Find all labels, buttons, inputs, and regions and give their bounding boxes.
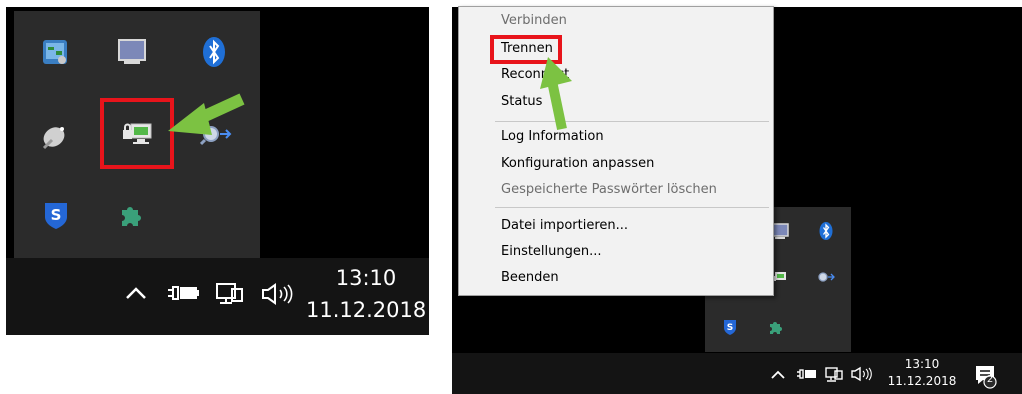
left-screenshot: S 13:10 11.12.2018 xyxy=(6,7,429,335)
svg-text:S: S xyxy=(51,206,62,224)
notification-count-badge: 2 xyxy=(986,374,994,385)
menu-item-settings[interactable]: Einstellungen... xyxy=(501,244,602,259)
bluetooth-icon[interactable] xyxy=(200,35,228,69)
bluetooth-icon-small[interactable] xyxy=(818,221,834,241)
puzzle-icon-small[interactable] xyxy=(767,318,785,336)
volume-icon[interactable] xyxy=(260,282,296,306)
green-arrow-pointer-icon xyxy=(168,93,245,135)
clock-time: 13:10 xyxy=(904,357,940,371)
taskbar-clock[interactable]: 13:10 11.12.2018 xyxy=(882,356,962,390)
sophos-shield-icon[interactable]: S xyxy=(42,200,70,230)
menu-item-clear-passwords[interactable]: Gespeicherte Passwörter löschen xyxy=(501,182,717,197)
menu-item-edit-config[interactable]: Konfiguration anpassen xyxy=(501,156,654,171)
satellite-dish-icon[interactable] xyxy=(40,121,72,151)
menu-separator xyxy=(495,207,769,208)
clock-date: 11.12.2018 xyxy=(887,374,957,388)
menu-item-import-file[interactable]: Datei importieren... xyxy=(501,218,628,233)
volume-icon[interactable] xyxy=(850,366,874,382)
menu-item-exit[interactable]: Beenden xyxy=(501,270,559,285)
network-monitor-icon[interactable] xyxy=(824,366,844,383)
battery-plug-icon[interactable] xyxy=(796,366,818,382)
battery-plug-icon[interactable] xyxy=(166,281,200,305)
search-arrow-icon-small[interactable] xyxy=(816,269,836,285)
green-arrow-pointer-icon xyxy=(540,57,572,131)
menu-item-connect[interactable]: Verbinden xyxy=(501,13,567,28)
sophos-shield-icon-small[interactable]: S xyxy=(722,318,738,336)
openvpn-connection-icon[interactable] xyxy=(121,118,155,148)
chevron-up-icon[interactable] xyxy=(124,284,148,302)
clock-date: 11.12.2018 xyxy=(306,298,427,322)
clock-time: 13:10 xyxy=(335,266,397,290)
svg-text:S: S xyxy=(727,323,733,333)
right-screenshot: S 13:10 11.12.2018 2 Verbinden Trennen R… xyxy=(452,6,1022,394)
chevron-up-icon[interactable] xyxy=(770,368,786,380)
taskbar-clock[interactable]: 13:10 11.12.2018 xyxy=(306,263,426,327)
puzzle-icon[interactable] xyxy=(116,200,146,230)
network-monitor-icon[interactable] xyxy=(214,281,246,307)
network-adapter-icon[interactable] xyxy=(40,37,70,67)
monitor-icon[interactable] xyxy=(116,37,148,67)
